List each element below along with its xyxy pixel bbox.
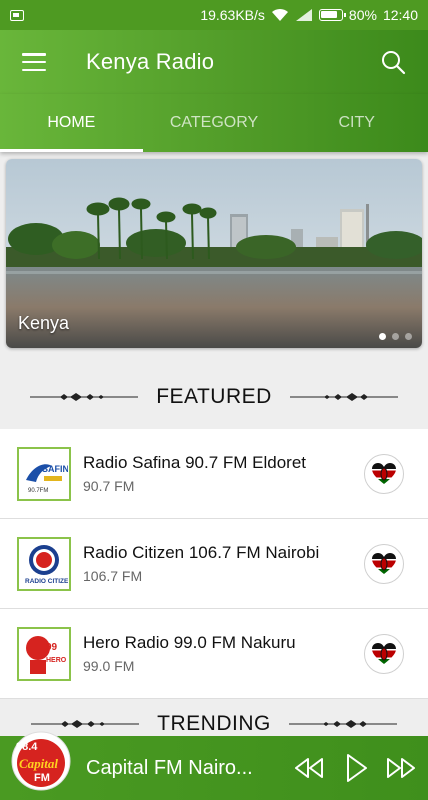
station-frequency: 99.0 FM bbox=[83, 658, 135, 674]
mini-player[interactable]: 98.4 Capital FM Capital FM Nairo... bbox=[0, 731, 428, 800]
svg-text:RADIO CITIZEN: RADIO CITIZEN bbox=[25, 578, 68, 585]
carousel-dot bbox=[405, 333, 412, 340]
kenya-heart-icon bbox=[372, 642, 396, 664]
signal-icon bbox=[295, 9, 312, 21]
fast-forward-icon[interactable] bbox=[382, 753, 420, 783]
kenya-heart-icon bbox=[372, 552, 396, 574]
clock: 12:40 bbox=[382, 7, 418, 23]
battery-level: 80% bbox=[348, 7, 377, 23]
radio-citizen-logo: RADIO CITIZEN bbox=[20, 539, 68, 588]
sim-card-icon bbox=[10, 9, 24, 21]
wifi-icon bbox=[271, 8, 288, 21]
app-bar: Kenya Radio bbox=[0, 30, 428, 94]
network-speed: 19.63KB/s bbox=[200, 7, 265, 23]
search-icon[interactable] bbox=[380, 49, 406, 75]
ornament-left-icon bbox=[31, 720, 140, 728]
station-name: Hero Radio 99.0 FM Nakuru bbox=[83, 633, 296, 652]
play-icon[interactable] bbox=[336, 753, 374, 783]
favorite-button[interactable] bbox=[364, 633, 404, 674]
section-title-trending: TRENDING bbox=[157, 712, 271, 735]
banner-carousel[interactable]: Kenya bbox=[6, 159, 422, 348]
station-frequency: 90.7 FM bbox=[83, 478, 135, 494]
list-item[interactable]: RADIO CITIZEN Radio Citizen 106.7 FM Nai… bbox=[0, 519, 428, 609]
battery-icon bbox=[318, 9, 346, 21]
svg-text:98.4: 98.4 bbox=[16, 741, 38, 753]
favorite-button[interactable] bbox=[364, 453, 404, 494]
svg-text:HERO: HERO bbox=[46, 657, 67, 664]
featured-section-header: FEATURED bbox=[0, 377, 428, 417]
favorite-button[interactable] bbox=[364, 543, 404, 584]
capital-fm-logo: 98.4 Capital FM bbox=[11, 731, 71, 791]
carousel-indicator bbox=[379, 333, 412, 340]
station-frequency: 106.7 FM bbox=[83, 568, 143, 584]
section-title-featured: FEATURED bbox=[156, 385, 272, 408]
station-logo: 99 HERO bbox=[17, 626, 71, 681]
list-item[interactable]: 99 HERO Hero Radio 99.0 FM Nakuru 99.0 F… bbox=[0, 609, 428, 699]
carousel-dot bbox=[392, 333, 399, 340]
svg-text:Capital: Capital bbox=[19, 756, 58, 771]
svg-text:99: 99 bbox=[46, 642, 58, 653]
tab-bar: HOME CATEGORY CITY bbox=[0, 94, 428, 152]
tab-home[interactable]: HOME bbox=[0, 94, 143, 152]
rewind-icon[interactable] bbox=[290, 753, 328, 783]
svg-text:FM: FM bbox=[34, 772, 50, 784]
page-title: Kenya Radio bbox=[86, 49, 215, 74]
kenya-heart-icon bbox=[372, 462, 396, 484]
station-list: SAFINA 90.7FM Radio Safina 90.7 FM Eldor… bbox=[0, 429, 428, 699]
tab-category[interactable]: CATEGORY bbox=[143, 94, 286, 152]
ornament-right-icon bbox=[289, 393, 398, 401]
svg-text:SAFINA: SAFINA bbox=[42, 464, 68, 474]
ornament-right-icon bbox=[288, 720, 397, 728]
carousel-dot-active bbox=[379, 333, 386, 340]
station-logo: RADIO CITIZEN bbox=[17, 536, 71, 591]
banner-caption: Kenya bbox=[18, 313, 70, 333]
tab-city[interactable]: CITY bbox=[285, 94, 428, 152]
list-item[interactable]: SAFINA 90.7FM Radio Safina 90.7 FM Eldor… bbox=[0, 429, 428, 519]
now-playing-title: Capital FM Nairo... bbox=[86, 756, 253, 779]
radio-safina-logo: SAFINA 90.7FM bbox=[20, 449, 68, 498]
svg-text:90.7FM: 90.7FM bbox=[28, 488, 48, 494]
station-name: Radio Safina 90.7 FM Eldoret bbox=[83, 453, 307, 472]
station-logo: SAFINA 90.7FM bbox=[17, 446, 71, 501]
hero-radio-logo: 99 HERO bbox=[20, 629, 68, 678]
ornament-left-icon bbox=[30, 393, 139, 401]
menu-icon[interactable] bbox=[22, 53, 46, 71]
station-name: Radio Citizen 106.7 FM Nairobi bbox=[83, 543, 320, 562]
status-bar: 19.63KB/s 80% 12:40 bbox=[0, 0, 428, 30]
